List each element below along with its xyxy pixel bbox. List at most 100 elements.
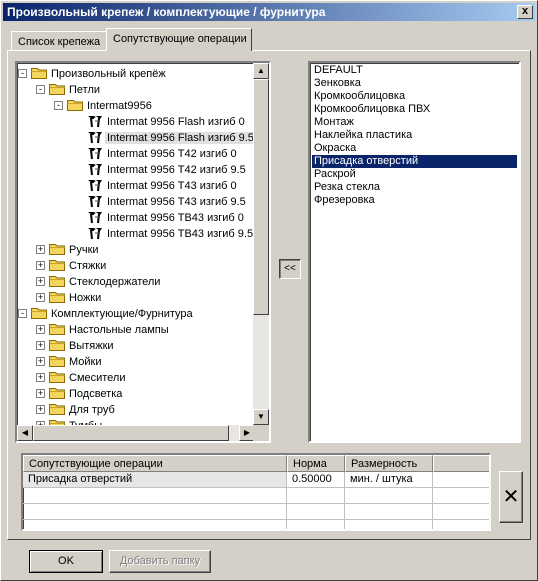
- tree-item-fastener[interactable]: Intermat 9956 Flash изгиб 9.5: [87, 130, 255, 146]
- tree-item-fastener[interactable]: Intermat 9956 T42 изгиб 0: [87, 146, 239, 162]
- tab-related-operations[interactable]: Сопутствующие операции: [106, 28, 252, 51]
- tree-item-folder[interactable]: Ручки: [49, 242, 101, 258]
- operations-list[interactable]: DEFAULT Зенковка Кромкооблицовка Кромкообли…: [308, 61, 521, 443]
- tree-item-label: Intermat9956: [87, 100, 152, 112]
- expand-toggle-icon[interactable]: +: [36, 261, 45, 270]
- grid-cell[interactable]: [23, 488, 287, 504]
- delete-button[interactable]: ✕: [499, 471, 523, 523]
- tree-item-fastener[interactable]: Intermat 9956 TB43 изгиб 0: [87, 210, 246, 226]
- operation-item[interactable]: Раскрой: [312, 168, 358, 181]
- grid-cell[interactable]: [287, 488, 345, 504]
- tree-item-folder[interactable]: Стяжки: [49, 258, 108, 274]
- tree-item-folder[interactable]: Произвольный крепёж: [31, 66, 168, 82]
- tree-item-label: Ножки: [69, 292, 102, 304]
- tree-item-folder[interactable]: Смесители: [49, 370, 128, 386]
- operation-item[interactable]: Окраска: [312, 142, 358, 155]
- scroll-left-arrow-icon[interactable]: ◀: [17, 425, 33, 441]
- grid-cell[interactable]: [287, 504, 345, 520]
- grid-cell[interactable]: [433, 504, 489, 520]
- tree-item-fastener[interactable]: Intermat 9956 T42 изгиб 9.5: [87, 162, 248, 178]
- tab-fastener-list[interactable]: Список крепежа: [11, 31, 107, 50]
- tree-item-fastener[interactable]: Intermat 9956 T43 изгиб 9.5: [87, 194, 248, 210]
- scroll-up-arrow-icon[interactable]: ▲: [253, 63, 269, 79]
- grid-cell[interactable]: мин. / штука: [345, 472, 433, 488]
- grid-column-header[interactable]: Сопутствующие операции: [23, 455, 287, 472]
- operation-item[interactable]: DEFAULT: [312, 64, 365, 77]
- tree-vertical-scrollbar[interactable]: ▲ ▼: [253, 63, 269, 441]
- tree-horizontal-scrollbar[interactable]: ◀ ▶: [17, 425, 255, 441]
- expand-toggle-icon[interactable]: +: [36, 277, 45, 286]
- folder-icon: [49, 388, 67, 400]
- tree-item-folder[interactable]: Настольные лампы: [49, 322, 171, 338]
- add-folder-button[interactable]: Добавить папку: [109, 550, 211, 573]
- move-left-button[interactable]: <<: [279, 259, 301, 279]
- tree-item-folder[interactable]: Подсветка: [49, 386, 124, 402]
- grid-cell[interactable]: [23, 504, 287, 520]
- grid-cell[interactable]: [23, 520, 287, 529]
- tree-item-folder[interactable]: Ножки: [49, 290, 103, 306]
- operation-item[interactable]: Присадка отверстий: [312, 155, 517, 168]
- grid-cell[interactable]: [345, 504, 433, 520]
- close-button[interactable]: x: [517, 5, 533, 19]
- operation-item[interactable]: Монтаж: [312, 116, 356, 129]
- operation-item[interactable]: Фрезеровка: [312, 194, 377, 207]
- tree-item-fastener[interactable]: Intermat 9956 TB43 изгиб 9.5: [87, 226, 255, 242]
- tree-item-folder[interactable]: Тумбы: [49, 418, 104, 425]
- tree-item-fastener[interactable]: Intermat 9956 Flash изгиб 0: [87, 114, 247, 130]
- expand-toggle-icon[interactable]: +: [36, 293, 45, 302]
- tree-item-folder[interactable]: Петли: [49, 82, 102, 98]
- collapse-toggle-icon[interactable]: -: [54, 101, 63, 110]
- grid-cell[interactable]: 0.50000: [287, 472, 345, 488]
- collapse-toggle-icon[interactable]: -: [18, 309, 27, 318]
- tree-item-fastener[interactable]: Intermat 9956 T43 изгиб 0: [87, 178, 239, 194]
- tree-vscroll-thumb[interactable]: [253, 79, 269, 315]
- title-bar: Произвольный крепеж / комплектующие / фу…: [3, 3, 535, 21]
- tree-hscroll-thumb[interactable]: [33, 425, 229, 441]
- folder-icon: [49, 260, 67, 272]
- tree-item-folder[interactable]: Мойки: [49, 354, 104, 370]
- grid-cell[interactable]: [433, 520, 489, 529]
- ok-button[interactable]: OK: [29, 550, 103, 573]
- grid-cell[interactable]: [433, 472, 489, 488]
- tree-item-folder[interactable]: Комплектующие/Фурнитура: [31, 306, 195, 322]
- tree-item-folder[interactable]: Для труб: [49, 402, 117, 418]
- collapse-toggle-icon[interactable]: -: [18, 69, 27, 78]
- tree-item-label: Произвольный крепёж: [51, 68, 166, 80]
- expand-toggle-icon[interactable]: +: [36, 357, 45, 366]
- operation-item[interactable]: Зенковка: [312, 77, 363, 90]
- grid-cell[interactable]: [433, 488, 489, 504]
- assigned-operations-grid[interactable]: Сопутствующие операции Норма Размерность Пр…: [21, 453, 491, 531]
- grid-column-header[interactable]: Норма: [287, 455, 345, 472]
- tree-item-label: Смесители: [69, 372, 126, 384]
- collapse-toggle-icon[interactable]: -: [36, 85, 45, 94]
- fastener-tree[interactable]: - Произвольный крепёж - Петли - Intermat9956 I…: [15, 61, 271, 443]
- tree-item-label: Intermat 9956 T42 изгиб 9.5: [107, 164, 246, 176]
- operation-item[interactable]: Наклейка пластика: [312, 129, 414, 142]
- grid-cell[interactable]: [345, 520, 433, 529]
- tree-item-folder[interactable]: Вытяжки: [49, 338, 116, 354]
- expand-toggle-icon[interactable]: +: [36, 389, 45, 398]
- grid-cell[interactable]: [345, 488, 433, 504]
- operation-item[interactable]: Кромкооблицовка ПВХ: [312, 103, 432, 116]
- operation-item[interactable]: Резка стекла: [312, 181, 382, 194]
- expand-toggle-icon[interactable]: +: [36, 405, 45, 414]
- expand-toggle-icon[interactable]: +: [36, 245, 45, 254]
- grid-column-header[interactable]: Размерность: [345, 455, 433, 472]
- grid-cell[interactable]: [287, 520, 345, 529]
- expand-toggle-icon[interactable]: +: [36, 325, 45, 334]
- expand-toggle-icon[interactable]: +: [36, 341, 45, 350]
- tree-item-folder[interactable]: Стеклодержатели: [49, 274, 162, 290]
- tree-item-folder[interactable]: Intermat9956: [67, 98, 154, 114]
- folder-icon: [49, 404, 67, 416]
- folder-icon: [31, 68, 49, 80]
- expand-toggle-icon[interactable]: +: [36, 373, 45, 382]
- grid-cell[interactable]: Присадка отверстий: [23, 472, 287, 488]
- tree-viewport: - Произвольный крепёж - Петли - Intermat9956 I…: [17, 63, 255, 425]
- window-title: Произвольный крепеж / комплектующие / фу…: [7, 5, 326, 19]
- folder-icon: [49, 324, 67, 336]
- tree-item-label: Мойки: [69, 356, 102, 368]
- folder-icon: [67, 100, 85, 112]
- operation-item[interactable]: Кромкооблицовка: [312, 90, 407, 103]
- tree-item-label: Для труб: [69, 404, 115, 416]
- scroll-down-arrow-icon[interactable]: ▼: [253, 409, 269, 425]
